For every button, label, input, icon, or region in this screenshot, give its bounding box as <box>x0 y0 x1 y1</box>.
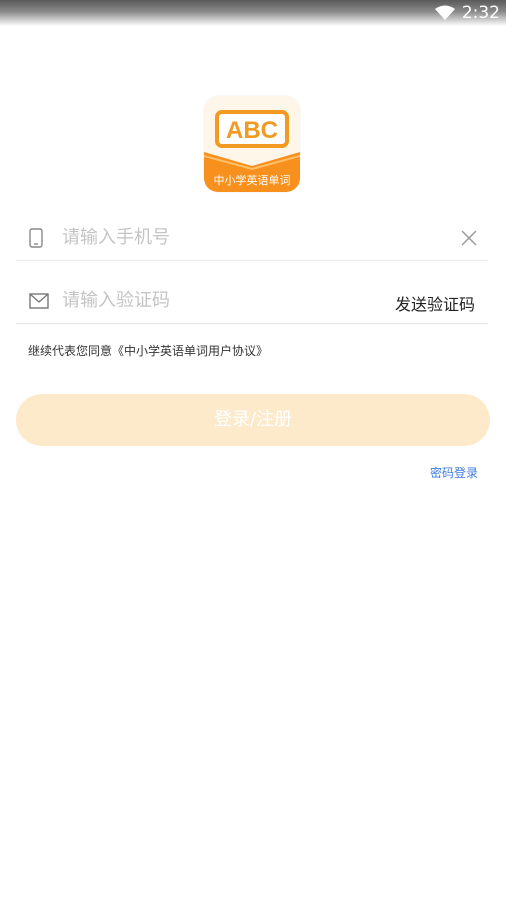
clear-icon[interactable] <box>460 229 478 247</box>
wifi-icon <box>434 5 455 20</box>
app-logo: ABC 中小学英语单词 <box>204 96 300 192</box>
status-time: 2:32 <box>461 3 500 23</box>
code-input[interactable] <box>62 290 362 311</box>
logo-abc-text: ABC <box>226 117 278 144</box>
status-bar: 2:32 <box>0 0 506 26</box>
mail-icon <box>29 293 49 309</box>
agreement-text[interactable]: 继续代表您同意《中小学英语单词用户协议》 <box>28 342 268 359</box>
password-login-link[interactable]: 密码登录 <box>430 464 478 481</box>
phone-icon <box>29 228 43 248</box>
login-register-button[interactable]: 登录/注册 <box>16 394 490 446</box>
send-code-button[interactable]: 发送验证码 <box>395 291 475 315</box>
phone-row <box>16 216 488 261</box>
logo-bottom-text: 中小学英语单词 <box>214 173 291 187</box>
code-row: 发送验证码 <box>16 280 488 324</box>
phone-input[interactable] <box>62 227 442 248</box>
status-indicators: 2:32 <box>434 3 500 23</box>
